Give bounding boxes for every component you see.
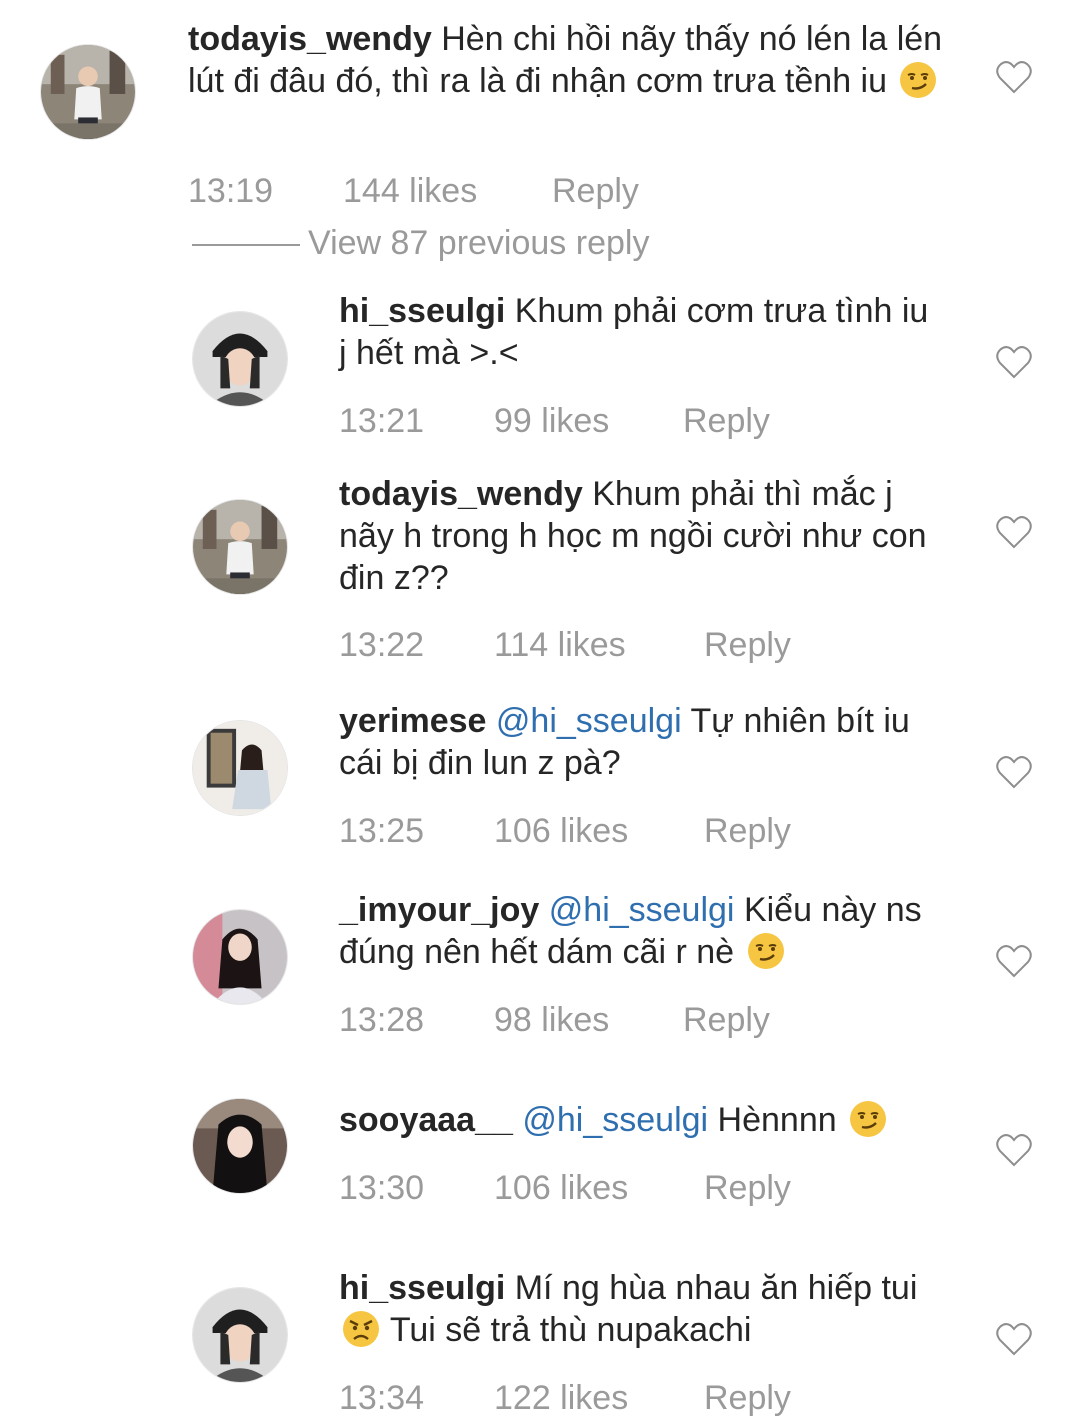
- likes-count[interactable]: 106 likes: [494, 812, 628, 851]
- timestamp: 13:25: [339, 812, 425, 850]
- reply-button[interactable]: Reply: [704, 1379, 791, 1418]
- timestamp: 13:34: [339, 1379, 425, 1417]
- heart-icon[interactable]: [996, 1133, 1032, 1167]
- view-previous-label[interactable]: View 87 previous reply: [308, 224, 649, 262]
- username[interactable]: hi_sseulgi: [339, 292, 505, 330]
- heart-icon[interactable]: [996, 755, 1032, 789]
- likes-count[interactable]: 98 likes: [494, 1001, 609, 1040]
- avatar[interactable]: [40, 44, 136, 140]
- mention-link[interactable]: @hi_sseulgi: [549, 891, 735, 929]
- heart-icon[interactable]: [996, 1322, 1032, 1356]
- smirking-face-emoji: [900, 62, 937, 98]
- comment-body-continued: Tui sẽ trả thù nupakachi: [389, 1311, 752, 1349]
- username[interactable]: sooyaaa__: [339, 1101, 513, 1139]
- timestamp: 13:21: [339, 402, 425, 440]
- mention-link[interactable]: @hi_sseulgi: [496, 702, 682, 740]
- reply-button[interactable]: Reply: [704, 626, 791, 665]
- timestamp: 13:28: [339, 1001, 425, 1039]
- angry-face-emoji: [343, 1311, 379, 1347]
- avatar[interactable]: [192, 1098, 288, 1194]
- comment-body: Hènnnn: [717, 1101, 837, 1139]
- comment-body: Mí ng hùa nhau ăn hiếp tui: [514, 1269, 918, 1307]
- heart-icon[interactable]: [996, 60, 1032, 94]
- timestamp: 13:19: [188, 172, 274, 210]
- view-previous-replies[interactable]: View 87 previous reply: [192, 224, 649, 263]
- comment-text: todayis_wendy Hèn chi hồi nãy thấy nó lé…: [188, 18, 948, 102]
- heart-icon[interactable]: [996, 515, 1032, 549]
- comment-text: yerimese @hi_sseulgi Tự nhiên bít iu cái…: [339, 700, 939, 784]
- likes-count[interactable]: 99 likes: [494, 402, 609, 441]
- username[interactable]: yerimese: [339, 702, 486, 740]
- comment-text: _imyour_joy @hi_sseulgi Kiểu này ns đúng…: [339, 889, 939, 973]
- comment-text: todayis_wendy Khum phải thì mắc j nãy h …: [339, 473, 939, 599]
- likes-count[interactable]: 122 likes: [494, 1379, 628, 1418]
- username[interactable]: todayis_wendy: [188, 20, 432, 58]
- likes-count[interactable]: 106 likes: [494, 1169, 628, 1208]
- likes-count[interactable]: 114 likes: [494, 626, 626, 665]
- username[interactable]: _imyour_joy: [339, 891, 539, 929]
- avatar[interactable]: [192, 499, 288, 595]
- reply-button[interactable]: Reply: [704, 812, 791, 851]
- comment-text: sooyaaa__ @hi_sseulgi Hènnnn: [339, 1099, 939, 1141]
- timestamp: 13:22: [339, 626, 425, 664]
- heart-icon[interactable]: [996, 345, 1032, 379]
- timestamp: 13:30: [339, 1169, 425, 1207]
- username[interactable]: hi_sseulgi: [339, 1269, 505, 1307]
- reply-button[interactable]: Reply: [704, 1169, 791, 1208]
- avatar[interactable]: [192, 909, 288, 1005]
- smirking-face-emoji: [850, 1101, 887, 1137]
- reply-button[interactable]: Reply: [683, 402, 770, 441]
- avatar[interactable]: [192, 720, 288, 816]
- likes-count[interactable]: 144 likes: [343, 172, 477, 211]
- divider-line: [192, 244, 300, 247]
- avatar[interactable]: [192, 311, 288, 407]
- smirking-face-emoji: [747, 933, 784, 969]
- heart-icon[interactable]: [996, 944, 1032, 978]
- comment-text: hi_sseulgi Khum phải cơm trưa tình iu j …: [339, 290, 939, 374]
- username[interactable]: todayis_wendy: [339, 475, 583, 513]
- avatar[interactable]: [192, 1287, 288, 1383]
- comment-text: hi_sseulgi Mí ng hùa nhau ăn hiếp tui Tu…: [339, 1267, 939, 1351]
- reply-button[interactable]: Reply: [683, 1001, 770, 1040]
- mention-link[interactable]: @hi_sseulgi: [522, 1101, 708, 1139]
- reply-button[interactable]: Reply: [552, 172, 639, 211]
